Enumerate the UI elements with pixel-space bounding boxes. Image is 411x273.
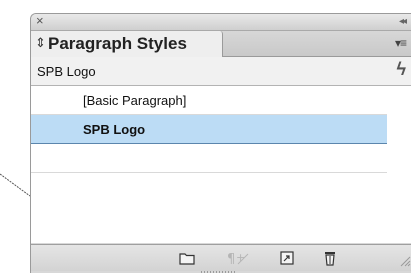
folder-icon[interactable] [178,250,196,266]
paragraph-styles-panel: × ◂◂ ⇕ Paragraph Styles ▾≡ SPB Logo ϟ [B… [30,13,411,273]
list-item[interactable]: [Basic Paragraph] [31,86,387,115]
current-style-bar: SPB Logo ϟ [31,57,411,86]
lightning-icon[interactable]: ϟ [396,59,406,80]
trash-icon[interactable] [321,250,339,266]
collapse-icon[interactable]: ◂◂ [399,14,407,30]
list-empty-row [31,144,387,173]
panel-tab-row: ⇕ Paragraph Styles ▾≡ [31,31,411,57]
tab-paragraph-styles[interactable]: ⇕ Paragraph Styles [31,31,223,57]
panel-menu-icon[interactable]: ▾≡ [395,36,407,50]
clear-overrides-icon: ¶ + [227,251,249,266]
style-label: [Basic Paragraph] [83,93,187,108]
new-style-icon[interactable] [278,250,296,266]
panel-titlebar: × ◂◂ [31,14,411,31]
updown-arrows-icon: ⇕ [35,35,46,50]
style-list: [Basic Paragraph] SPB Logo [31,86,411,243]
resize-grip-icon[interactable] [399,255,411,267]
close-icon[interactable]: × [36,14,44,29]
current-style-name: SPB Logo [37,64,96,79]
list-item-selected[interactable]: SPB Logo [31,115,387,144]
style-label: SPB Logo [83,122,146,137]
panel-toolbar: ¶ + [31,244,411,271]
tab-label: Paragraph Styles [48,34,187,53]
svg-text:¶: ¶ [227,252,235,266]
